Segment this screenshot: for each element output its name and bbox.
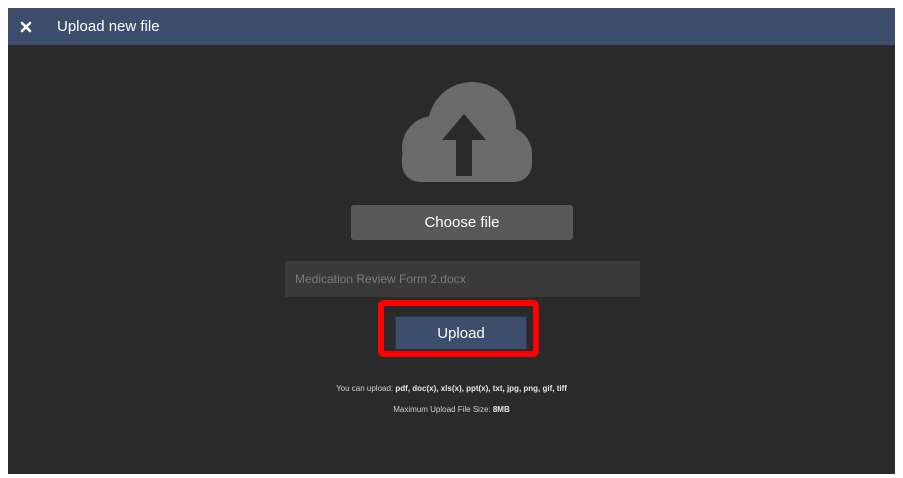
dialog-header: Upload new file	[8, 8, 895, 45]
max-size-value: 8MB	[492, 405, 510, 414]
cloud-upload-icon	[402, 82, 532, 182]
close-icon	[20, 21, 32, 32]
max-size-text: Maximum Upload File Size: 8MB	[8, 405, 895, 414]
allowed-formats-text: You can upload: pdf, doc(x), xls(x), ppt…	[8, 384, 895, 393]
formats-list: pdf, doc(x), xls(x), ppt(x), txt, jpg, p…	[395, 384, 567, 393]
formats-prefix: You can upload:	[336, 384, 394, 393]
upload-dialog: Upload new file Choose file Upload You c…	[8, 8, 895, 474]
max-size-prefix: Maximum Upload File Size:	[393, 405, 491, 414]
upload-button[interactable]: Upload	[395, 316, 527, 350]
close-button[interactable]	[8, 8, 44, 45]
file-name-field[interactable]	[285, 261, 640, 297]
dialog-title: Upload new file	[57, 18, 160, 35]
choose-file-button[interactable]: Choose file	[351, 205, 573, 240]
